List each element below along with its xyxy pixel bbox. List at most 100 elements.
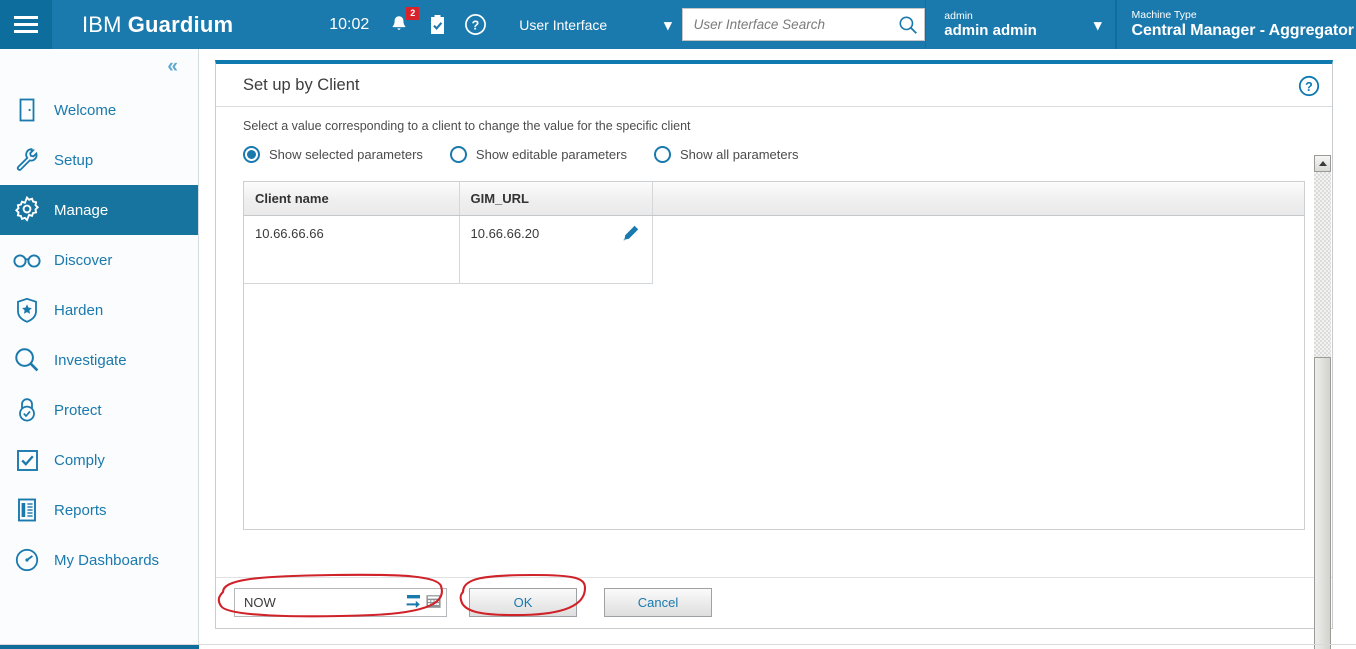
main-panel: Set up by Client ? Select a value corres… bbox=[215, 60, 1333, 649]
checkbox-icon bbox=[0, 448, 54, 473]
sidebar-navigation: « Welcome Setup Manage Discover Harden I… bbox=[0, 49, 199, 644]
sidebar-item-label: Protect bbox=[54, 401, 102, 419]
machine-type-info: Machine Type Central Manager - Aggregato… bbox=[1115, 0, 1356, 49]
notification-count-badge: 2 bbox=[406, 6, 420, 20]
panel-help-button[interactable]: ? bbox=[1298, 75, 1320, 102]
column-header-gim-url[interactable]: GIM_URL bbox=[459, 182, 653, 216]
ok-button[interactable]: OK bbox=[469, 588, 577, 617]
svg-text:?: ? bbox=[1305, 80, 1313, 94]
cell-gim-url: 10.66.66.20 bbox=[459, 215, 653, 284]
table-header-row: Client name GIM_URL bbox=[244, 182, 1304, 216]
search-container[interactable] bbox=[681, 8, 926, 41]
radio-label: Show all parameters bbox=[679, 147, 799, 162]
magnifier-icon bbox=[0, 346, 54, 374]
panel-scrollbar[interactable] bbox=[1314, 155, 1331, 649]
help-circle-icon: ? bbox=[1298, 75, 1320, 97]
panel-body: Select a value corresponding to a client… bbox=[216, 107, 1332, 649]
machine-type-label: Machine Type bbox=[1131, 8, 1197, 21]
sidebar-item-comply[interactable]: Comply bbox=[0, 435, 198, 485]
calendar-icon[interactable] bbox=[425, 593, 442, 613]
clock: 10:02 bbox=[329, 15, 370, 33]
top-navigation-bar: IBM Guardium 10:02 2 ? User Interface ▾ … bbox=[0, 0, 1356, 49]
sidebar-item-label: Comply bbox=[54, 451, 105, 469]
panel-footer: NOW OK Cancel bbox=[216, 577, 1332, 627]
sidebar-item-label: My Dashboards bbox=[54, 551, 160, 569]
chevron-down-icon: ▾ bbox=[664, 16, 672, 34]
svg-text:?: ? bbox=[471, 18, 479, 32]
sidebar-item-protect[interactable]: Protect bbox=[0, 385, 198, 435]
scrollbar-thumb[interactable] bbox=[1314, 357, 1331, 649]
scope-selector-value: User Interface bbox=[519, 16, 608, 33]
sidebar-item-manage[interactable]: Manage bbox=[0, 185, 198, 235]
sidebar-item-reports[interactable]: Reports bbox=[0, 485, 198, 535]
arrow-to-line-icon[interactable] bbox=[405, 593, 422, 613]
machine-type-value: Central Manager - Aggregator bbox=[1131, 22, 1354, 40]
parameter-filter-radio-group: Show selected parameters Show editable p… bbox=[216, 133, 1332, 163]
radio-label: Show editable parameters bbox=[475, 147, 627, 162]
column-header-client-name[interactable]: Client name bbox=[244, 182, 460, 216]
radio-show-editable-parameters[interactable]: Show editable parameters bbox=[449, 146, 627, 163]
gear-icon bbox=[0, 196, 54, 224]
search-icon[interactable] bbox=[898, 15, 918, 35]
sidebar-item-label: Welcome bbox=[54, 101, 117, 119]
gauge-icon bbox=[0, 547, 54, 573]
radio-indicator bbox=[653, 146, 671, 163]
sidebar-item-setup[interactable]: Setup bbox=[0, 135, 198, 185]
radio-show-selected-parameters[interactable]: Show selected parameters bbox=[243, 146, 423, 163]
brand-ibm-text: IBM bbox=[82, 11, 122, 37]
help-circle-icon: ? bbox=[464, 14, 486, 35]
topbar-icon-group: 2 ? bbox=[387, 0, 487, 49]
binoculars-icon bbox=[0, 250, 54, 270]
double-chevron-left-icon[interactable]: « bbox=[167, 56, 177, 78]
table-row[interactable]: 10.66.66.66 10.66.66.20 bbox=[244, 215, 1304, 284]
page-title: Set up by Client bbox=[243, 75, 360, 94]
date-input-value[interactable]: NOW bbox=[244, 595, 405, 610]
report-chart-icon bbox=[0, 497, 54, 523]
client-parameters-table-container: Client name GIM_URL 10.66.66.66 10.66.66… bbox=[243, 181, 1305, 530]
door-icon bbox=[0, 97, 54, 123]
notifications-button[interactable]: 2 bbox=[387, 6, 420, 38]
help-button[interactable]: ? bbox=[463, 12, 487, 38]
sidebar-item-harden[interactable]: Harden bbox=[0, 285, 198, 335]
pencil-icon[interactable] bbox=[621, 224, 640, 246]
instruction-text: Select a value corresponding to a client… bbox=[243, 119, 691, 133]
page-bottom-divider bbox=[0, 644, 1356, 645]
sidebar-item-label: Discover bbox=[54, 251, 113, 269]
sidebar-item-label: Reports bbox=[54, 501, 107, 519]
client-parameters-table: Client name GIM_URL 10.66.66.66 10.66.66… bbox=[244, 182, 1304, 284]
date-input-container[interactable]: NOW bbox=[234, 588, 447, 617]
user-name: admin admin bbox=[944, 21, 1037, 39]
brand-logo: IBM Guardium bbox=[52, 0, 251, 49]
radio-indicator bbox=[243, 146, 260, 163]
shield-star-icon bbox=[0, 297, 54, 324]
clipboard-check-icon bbox=[430, 14, 444, 34]
radio-show-all-parameters[interactable]: Show all parameters bbox=[653, 146, 799, 163]
cell-gim-url-value: 10.66.66.20 bbox=[470, 226, 540, 241]
sidebar-item-my-dashboards[interactable]: My Dashboards bbox=[0, 535, 198, 585]
cell-client-name: 10.66.66.66 bbox=[244, 215, 460, 284]
sidebar-item-label: Harden bbox=[54, 301, 104, 319]
panel-header: Set up by Client ? bbox=[216, 64, 1332, 107]
cancel-button[interactable]: Cancel bbox=[604, 588, 712, 617]
sidebar-item-label: Investigate bbox=[54, 351, 127, 369]
hamburger-menu-button[interactable] bbox=[0, 0, 52, 49]
lock-check-icon bbox=[0, 396, 54, 424]
radio-indicator bbox=[449, 146, 467, 163]
sidebar-item-discover[interactable]: Discover bbox=[0, 235, 198, 285]
search-input[interactable] bbox=[691, 16, 899, 33]
radio-label: Show selected parameters bbox=[269, 147, 423, 162]
sidebar-item-label: Setup bbox=[54, 151, 94, 169]
scope-selector[interactable]: User Interface ▾ bbox=[509, 0, 682, 49]
scrollbar-up-button[interactable] bbox=[1314, 155, 1331, 172]
guardium-app: IBM Guardium 10:02 2 ? User Interface ▾ … bbox=[0, 0, 1356, 649]
tasks-button[interactable] bbox=[425, 12, 449, 38]
column-header-spacer bbox=[652, 182, 1304, 216]
sidebar-item-welcome[interactable]: Welcome bbox=[0, 85, 198, 135]
user-menu[interactable]: admin admin admin ▾ bbox=[925, 0, 1115, 49]
hamburger-icon bbox=[14, 12, 38, 37]
wrench-icon bbox=[0, 147, 54, 173]
sidebar-item-label: Manage bbox=[54, 201, 109, 219]
sidebar-item-investigate[interactable]: Investigate bbox=[0, 335, 198, 385]
triangle-up-icon bbox=[1318, 161, 1327, 166]
chevron-down-icon: ▾ bbox=[1093, 16, 1102, 34]
